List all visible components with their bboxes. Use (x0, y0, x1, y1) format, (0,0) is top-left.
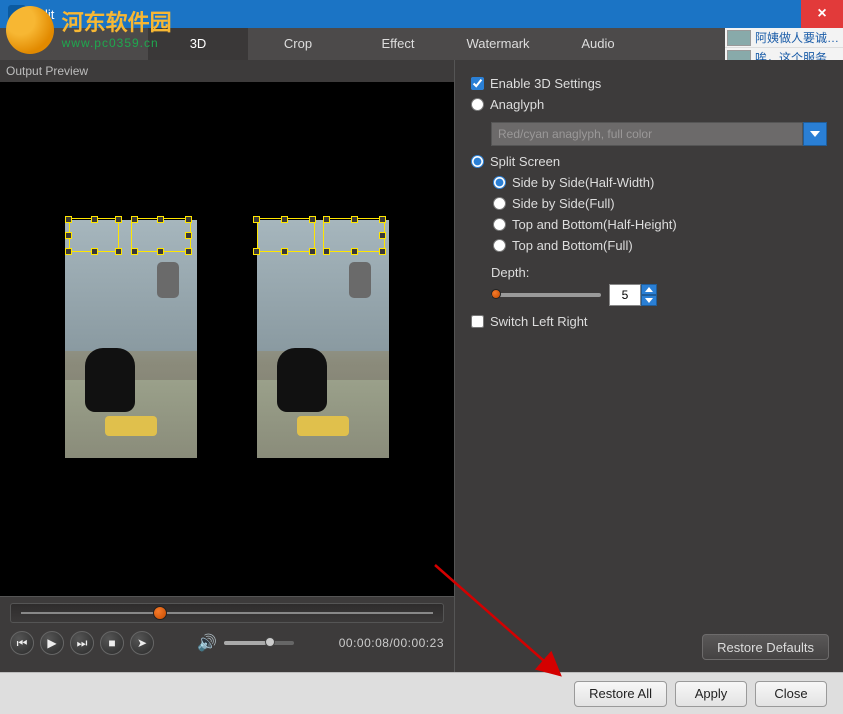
apply-button[interactable]: Apply (675, 681, 747, 707)
titlebar: Edit × (0, 0, 843, 28)
depth-label: Depth: (491, 265, 827, 280)
crop-selection-overlay[interactable] (65, 216, 197, 256)
window-title: Edit (32, 7, 54, 22)
tab-3d[interactable]: 3D (148, 28, 248, 60)
output-preview-label: Output Preview (0, 60, 454, 82)
anaglyph-radio[interactable]: Anaglyph (471, 97, 827, 112)
time-display: 00:00:08/00:00:23 (339, 636, 444, 650)
anaglyph-combo[interactable] (491, 122, 827, 146)
sbs-full-label: Side by Side(Full) (512, 196, 615, 211)
sbs-half-label: Side by Side(Half-Width) (512, 175, 654, 190)
volume-icon[interactable]: 🔊 (196, 633, 218, 653)
sbs-half-radio[interactable]: Side by Side(Half-Width) (493, 175, 827, 190)
switch-lr-checkbox[interactable]: Switch Left Right (471, 314, 827, 329)
prev-button[interactable]: ⏮ (10, 631, 34, 655)
restore-defaults-button[interactable]: Restore Defaults (702, 634, 829, 660)
tb-half-label: Top and Bottom(Half-Height) (512, 217, 677, 232)
play-button[interactable]: ▶ (40, 631, 64, 655)
crop-selection-overlay[interactable] (257, 216, 389, 256)
depth-spinner-down[interactable] (641, 295, 657, 306)
tabbar: 3D Crop Effect Watermark Audio (0, 28, 843, 60)
anaglyph-combo-dropdown-button[interactable] (803, 122, 827, 146)
stop-button[interactable]: ■ (100, 631, 124, 655)
anaglyph-label: Anaglyph (490, 97, 544, 112)
restore-all-button[interactable]: Restore All (574, 681, 667, 707)
enable-3d-label: Enable 3D Settings (490, 76, 601, 91)
depth-spinner[interactable] (609, 284, 657, 306)
split-screen-label: Split Screen (490, 154, 560, 169)
left-pane: Output Preview (0, 60, 455, 672)
tb-full-radio[interactable]: Top and Bottom(Full) (493, 238, 827, 253)
switch-lr-label: Switch Left Right (490, 314, 588, 329)
anaglyph-combo-input (491, 122, 803, 146)
video-preview (0, 82, 454, 596)
split-screen-radio[interactable]: Split Screen (471, 154, 827, 169)
depth-slider[interactable] (491, 290, 601, 300)
next-button[interactable]: ➤ (130, 631, 154, 655)
preview-frame-right (257, 220, 389, 458)
ff-button[interactable]: ⏭ (70, 631, 94, 655)
volume-slider[interactable] (224, 641, 294, 645)
chevron-down-icon (645, 298, 653, 303)
tab-watermark[interactable]: Watermark (448, 28, 548, 60)
close-button[interactable]: Close (755, 681, 827, 707)
sbs-full-radio[interactable]: Side by Side(Full) (493, 196, 827, 211)
tab-effect[interactable]: Effect (348, 28, 448, 60)
seek-playhead[interactable] (153, 606, 167, 620)
right-pane: Enable 3D Settings Anaglyph Split Screen (455, 60, 843, 672)
chevron-up-icon (645, 287, 653, 292)
tb-full-label: Top and Bottom(Full) (512, 238, 633, 253)
close-window-button[interactable]: × (801, 0, 843, 28)
tab-crop[interactable]: Crop (248, 28, 348, 60)
preview-frame-left (65, 220, 197, 458)
footer: Restore All Apply Close (0, 672, 843, 714)
app-icon (8, 5, 26, 23)
tab-audio[interactable]: Audio (548, 28, 648, 60)
tb-half-radio[interactable]: Top and Bottom(Half-Height) (493, 217, 827, 232)
background-list-item[interactable]: 阿姨做人要诚… (725, 28, 843, 48)
enable-3d-checkbox[interactable]: Enable 3D Settings (471, 76, 827, 91)
seek-bar[interactable] (10, 603, 444, 623)
depth-spinner-input[interactable] (609, 284, 641, 306)
depth-spinner-up[interactable] (641, 284, 657, 295)
chevron-down-icon (810, 131, 820, 137)
transport-panel: ⏮ ▶ ⏭ ■ ➤ 🔊 00:00:08/00:00:23 (0, 596, 454, 672)
